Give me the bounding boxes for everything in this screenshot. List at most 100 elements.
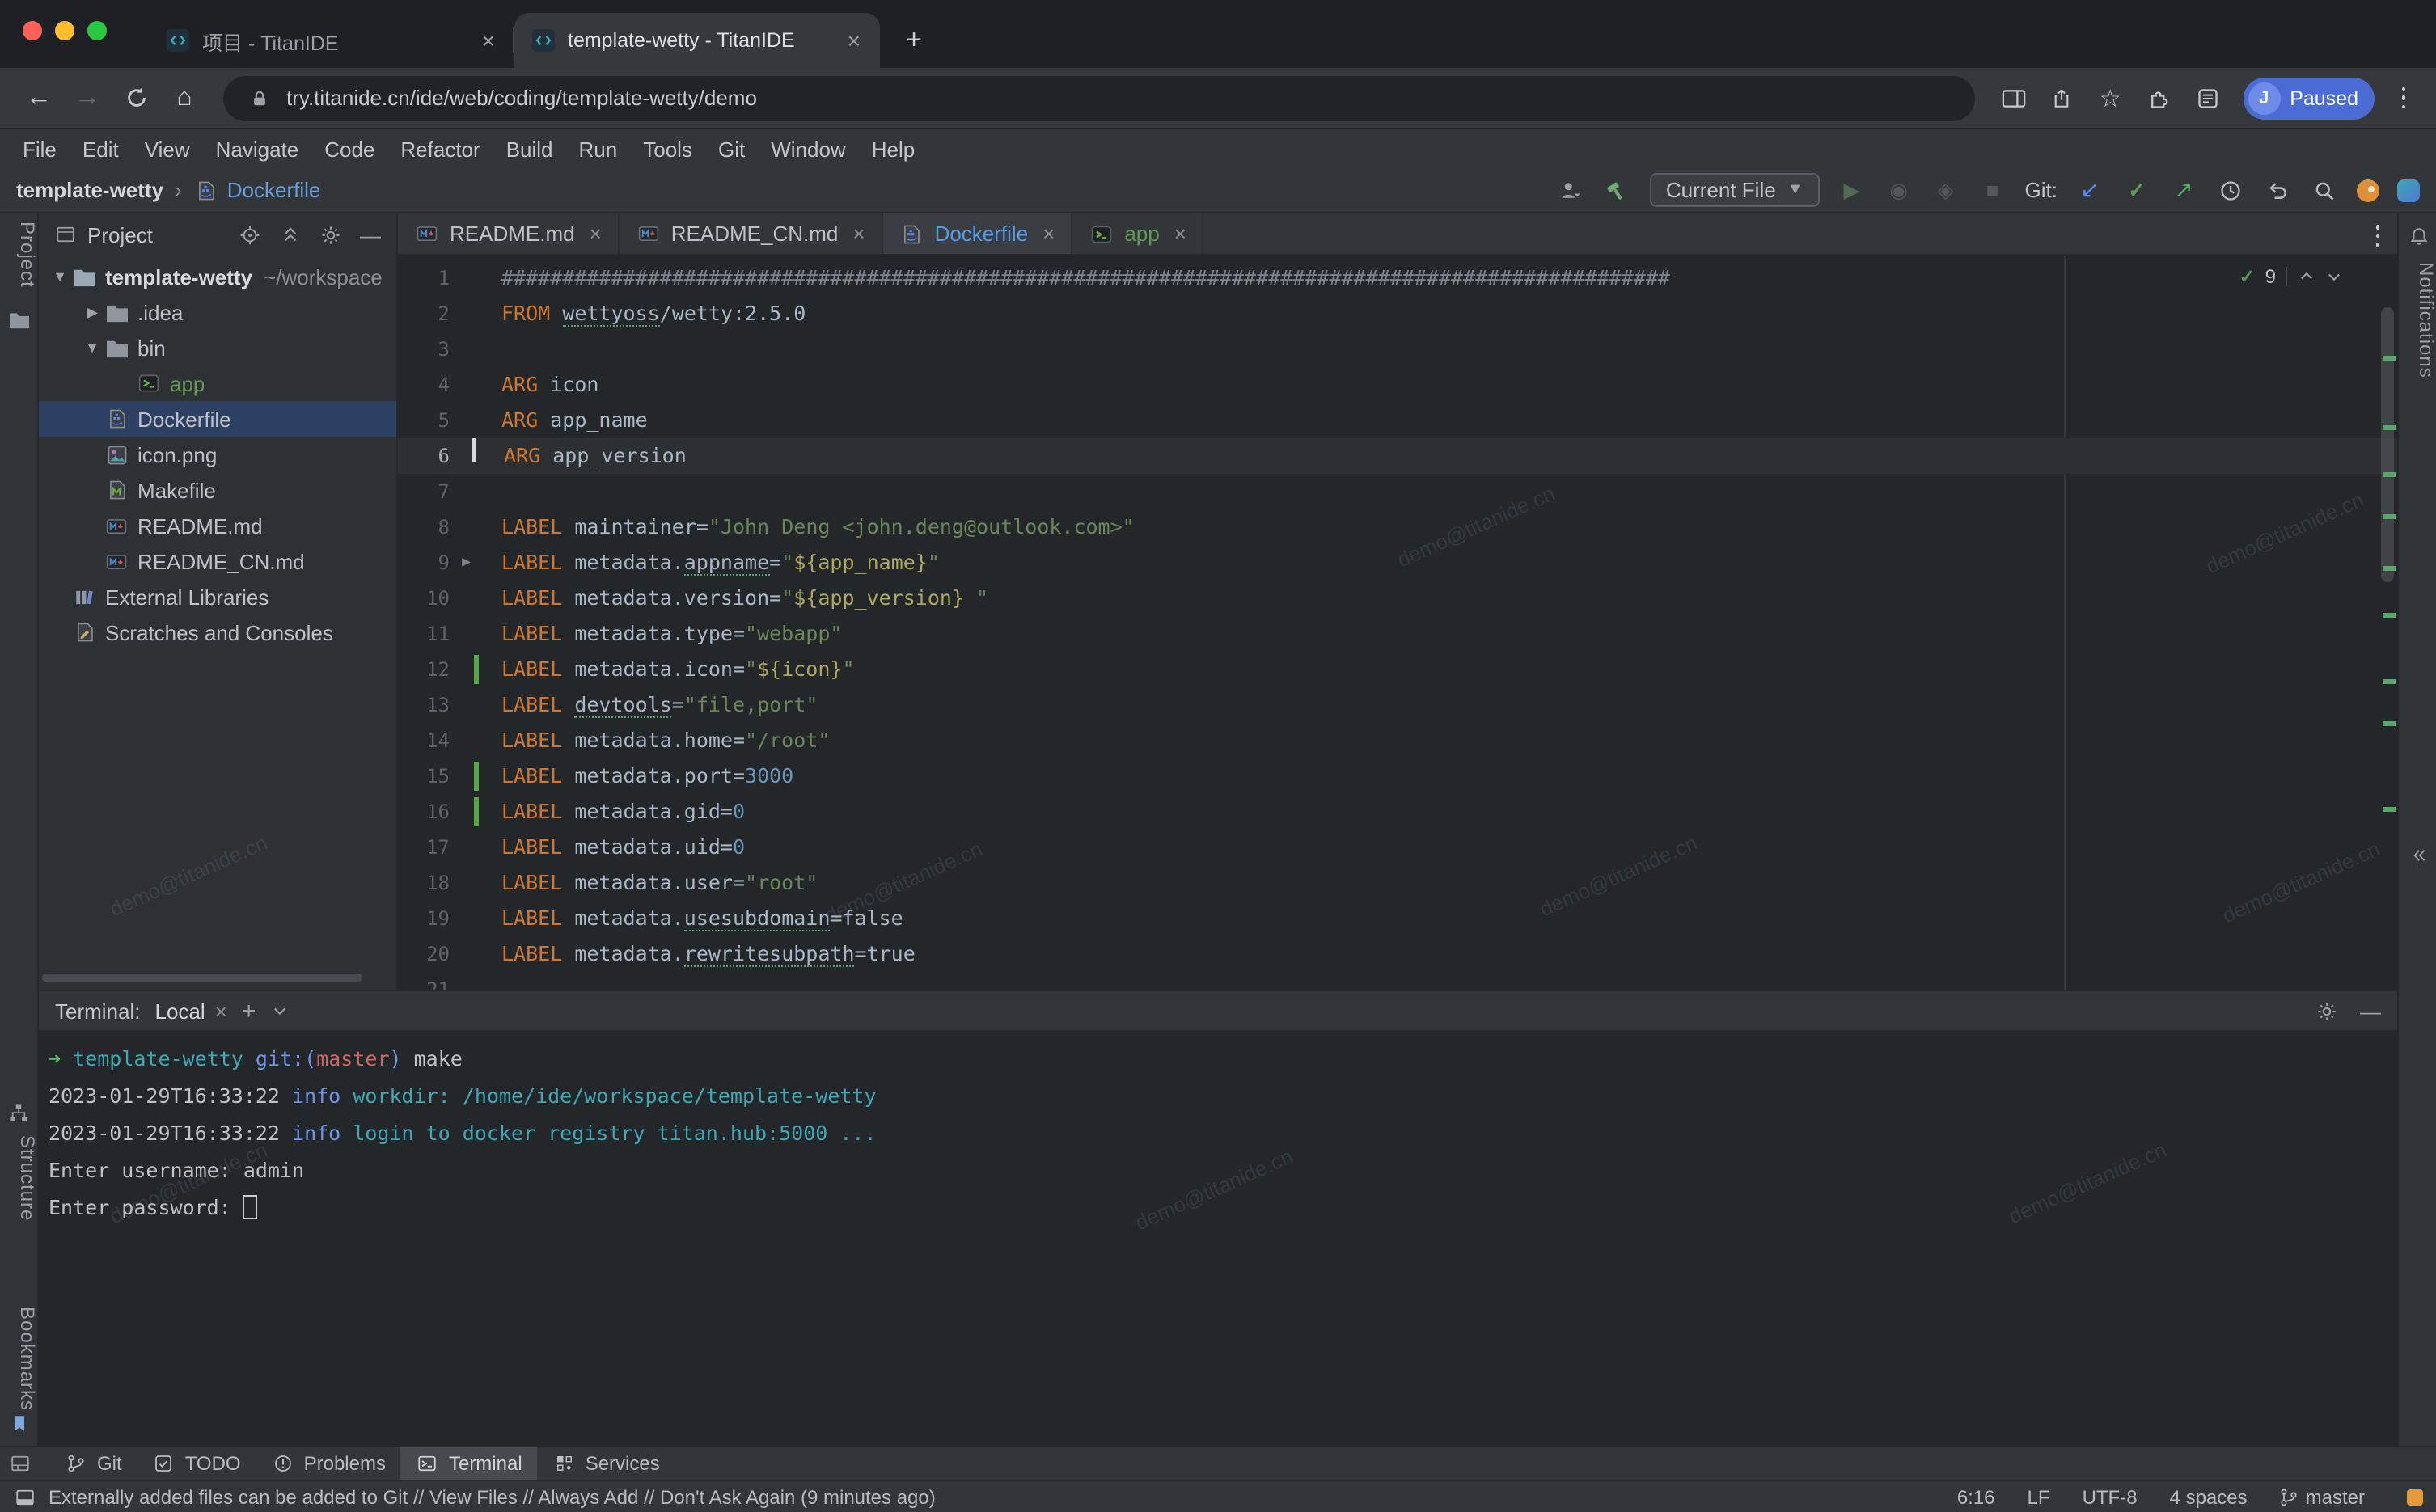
caret-position[interactable]: 6:16 [1957,1485,1995,1508]
chevron-right-icon[interactable]: ▶ [81,303,104,321]
rollback-icon[interactable] [2263,175,2292,205]
code-line-7[interactable]: 7 [398,474,2397,509]
terminal-tab-local[interactable]: Local × [155,999,227,1023]
run-button[interactable]: ▶ [1838,175,1867,205]
code-line-3[interactable]: 3 [398,332,2397,367]
close-window-button[interactable] [23,21,42,40]
ide-indicator-badge[interactable] [2407,1489,2423,1505]
code-line-12[interactable]: 12LABEL metadata.icon="${icon}" [398,652,2397,687]
editor-tab-dockerfile[interactable]: Dockerfile× [883,213,1073,254]
menu-item-tools[interactable]: Tools [630,133,705,164]
code-line-5[interactable]: 5ARG app_name [398,403,2397,438]
git-commit-icon[interactable]: ✓ [2122,175,2151,205]
tool-stripe-structure[interactable]: Structure [0,1135,39,1221]
editor-tab-readme-md[interactable]: README.md× [398,213,620,254]
file-encoding[interactable]: UTF-8 [2083,1485,2138,1508]
code-line-10[interactable]: 10LABEL metadata.version="${app_version}… [398,581,2397,616]
bookmark-icon[interactable] [10,1413,29,1434]
code-line-21[interactable]: 21 [398,972,2397,990]
prev-problem-icon[interactable] [2297,264,2315,289]
menu-item-file[interactable]: File [10,133,70,164]
terminal-output[interactable]: ➜ template-wetty git:(master) make2023-0… [39,1032,2397,1446]
terminal-dropdown-icon[interactable] [270,998,290,1024]
address-bar[interactable]: try.titanide.cn/ide/web/coding/template-… [223,75,1974,120]
terminal-minimize-icon[interactable]: — [2360,999,2381,1023]
notifications-bell-icon[interactable] [2409,226,2430,247]
share-icon[interactable] [2039,75,2084,120]
editor-tab-app[interactable]: app× [1072,213,1204,254]
tab-close-icon[interactable]: × [479,27,498,53]
tool-window-button-todo[interactable]: TODO [137,1447,256,1480]
menu-item-view[interactable]: View [132,133,203,164]
profile-button[interactable]: J Paused [2243,77,2375,119]
editor-tab-readme-cn-md[interactable]: README_CN.md× [620,213,883,254]
debug-button[interactable]: ◉ [1884,175,1914,205]
tab-close-icon[interactable]: × [1042,222,1055,246]
code-line-19[interactable]: 19LABEL metadata.usesubdomain=false [398,901,2397,936]
tree-item-readme-cn-md[interactable]: README_CN.md [39,543,396,579]
project-folder-icon[interactable] [8,310,31,330]
hide-panel-icon[interactable]: — [357,222,383,247]
code-line-18[interactable]: 18LABEL metadata.user="root" [398,865,2397,901]
search-icon[interactable] [2310,175,2339,205]
code-line-13[interactable]: 13LABEL devtools="file,port" [398,687,2397,723]
minimize-window-button[interactable] [55,21,74,40]
profile-settings-icon[interactable] [1556,175,1585,205]
tool-window-button-problems[interactable]: Problems [256,1447,400,1480]
tool-window-button-git[interactable]: Git [49,1447,137,1480]
code-line-17[interactable]: 17LABEL metadata.uid=0 [398,830,2397,865]
bookmark-star-icon[interactable]: ☆ [2087,75,2133,120]
zoom-window-button[interactable] [87,21,107,40]
tree-item-readme-md[interactable]: README.md [39,508,396,543]
browser-menu-icon[interactable] [2387,75,2420,120]
git-branch-widget[interactable]: master [2280,1485,2365,1508]
code-line-20[interactable]: 20LABEL metadata.rewritesubpath=true [398,936,2397,972]
code-line-15[interactable]: 15LABEL metadata.port=3000 [398,758,2397,794]
tab-close-icon[interactable]: × [844,27,864,53]
tree-item-icon-png[interactable]: icon.png [39,437,396,472]
tree-item-scratches-and-consoles[interactable]: Scratches and Consoles [39,615,396,650]
locate-file-icon[interactable] [236,222,262,247]
new-tab-button[interactable]: + [893,19,935,61]
code-line-1[interactable]: 1#######################################… [398,260,2397,296]
build-hammer-icon[interactable] [1603,175,1632,205]
tree-item-dockerfile[interactable]: Dockerfile [39,401,396,437]
terminal-tab-close-icon[interactable]: × [215,999,227,1023]
menu-item-edit[interactable]: Edit [70,133,132,164]
breadcrumb-current[interactable]: Dockerfile [227,178,321,202]
git-push-icon[interactable]: ↗ [2169,175,2198,205]
settings-gear-icon[interactable] [317,222,343,247]
reload-button[interactable] [113,75,159,120]
tree-item-idea[interactable]: ▶.idea [39,294,396,330]
code-line-16[interactable]: 16LABEL metadata.gid=0 [398,794,2397,830]
tool-window-button-services[interactable]: Services [537,1447,675,1480]
back-button[interactable]: ← [16,75,61,120]
collapse-stripe-icon[interactable] [2410,847,2426,864]
menu-item-build[interactable]: Build [493,133,566,164]
tool-stripe-notifications[interactable]: Notifications [2399,262,2436,378]
stop-button[interactable]: ■ [1978,175,2007,205]
tree-item-app[interactable]: app [39,365,396,401]
browser-tab-1[interactable]: template-wetty - TitanIDE× [514,13,880,68]
inspections-widget[interactable]: ✓ 9 [2239,264,2343,289]
chevron-down-icon[interactable]: ▼ [81,340,104,356]
menu-item-run[interactable]: Run [566,133,631,164]
breadcrumb-root[interactable]: template-wetty [16,178,163,202]
code-line-9[interactable]: 9▶LABEL metadata.appname="${app_name}" [398,545,2397,581]
menu-item-code[interactable]: Code [311,133,387,164]
side-panel-icon[interactable] [1990,75,2036,120]
editor-tabs-menu-icon[interactable] [2362,213,2394,259]
run-configuration-selector[interactable]: Current File ▼ [1650,173,1820,207]
fold-marker-icon[interactable]: ▶ [462,545,471,581]
editor-scrollbar-thumb[interactable] [2381,307,2394,582]
tree-item-template-wetty[interactable]: ▼template-wetty~/workspace [39,259,396,294]
new-terminal-session-icon[interactable]: + [242,997,256,1024]
extensions-icon[interactable] [2136,75,2181,120]
collapse-all-icon[interactable] [277,222,302,247]
tab-close-icon[interactable]: × [590,222,602,246]
terminal-settings-gear-icon[interactable] [2313,998,2339,1024]
status-message[interactable]: Externally added files can be added to G… [49,1485,936,1508]
code-line-4[interactable]: 4ARG icon [398,367,2397,403]
forward-button[interactable]: → [65,75,110,120]
editor-body[interactable]: 1#######################################… [398,256,2397,990]
